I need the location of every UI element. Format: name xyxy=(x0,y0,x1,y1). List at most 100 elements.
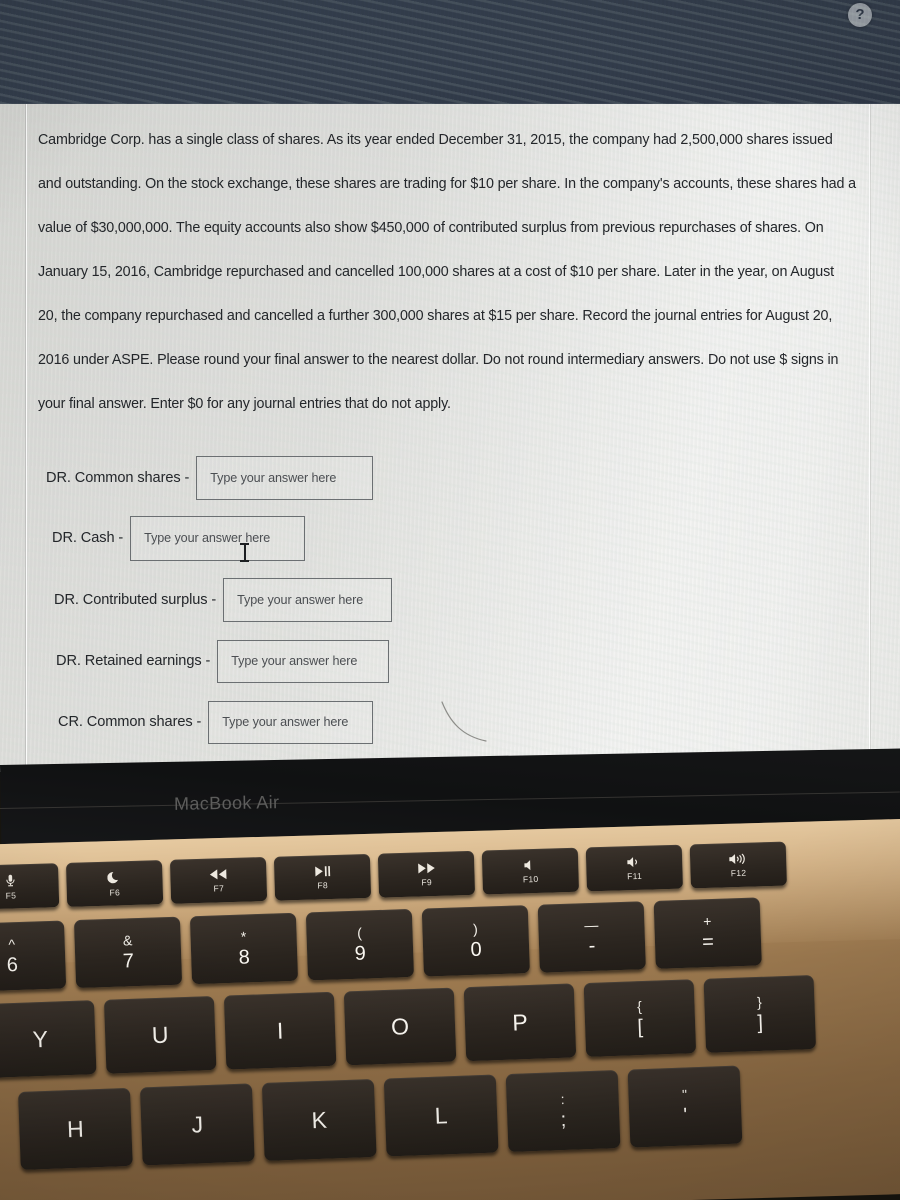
volume-down-icon xyxy=(626,856,637,867)
volume-up-icon xyxy=(728,853,745,864)
key-letter-label: U xyxy=(151,1021,169,1048)
key-letter-label: K xyxy=(311,1106,328,1133)
journal-entry-row-contributed-surplus-dr: DR. Contributed surplus - Type your answ… xyxy=(54,578,393,622)
key-lower-label: [ xyxy=(637,1016,644,1039)
key-f12[interactable]: F12 xyxy=(689,841,787,889)
key-lower-label: 8 xyxy=(238,946,251,969)
journal-entry-row-retained-earnings-dr: DR. Retained earnings - Type your answer… xyxy=(56,639,390,683)
entry-label: CR. Common shares - xyxy=(58,714,202,730)
journal-entry-row-cash-dr: DR. Cash - Type your answer here xyxy=(52,515,306,561)
key-semicolon[interactable]: : ; xyxy=(505,1070,621,1153)
key-lower-label: ] xyxy=(756,1011,764,1035)
key-fn-label: F5 xyxy=(5,889,17,901)
entry-label: DR. Cash - xyxy=(52,530,124,546)
entry-label: DR. Contributed surplus - xyxy=(54,592,217,608)
key-fn-label: F9 xyxy=(421,876,433,887)
key-7[interactable]: & 7 xyxy=(73,916,183,989)
key-o[interactable]: O xyxy=(343,987,457,1066)
key-upper-label: ( xyxy=(356,924,363,941)
key-upper-label: ^ xyxy=(8,936,16,953)
answer-input-cash-dr[interactable]: Type your answer here xyxy=(130,515,306,561)
key-upper-label: — xyxy=(584,916,599,934)
key-f5[interactable]: F5 xyxy=(0,863,60,910)
key-upper-label: & xyxy=(122,932,133,949)
key-equals[interactable]: + = xyxy=(653,897,762,969)
key-f8[interactable]: F8 xyxy=(273,853,372,901)
key-fn-label: F12 xyxy=(730,867,747,878)
key-f11[interactable]: F11 xyxy=(585,844,683,892)
key-fn-label: F7 xyxy=(213,882,225,894)
key-6[interactable]: ^ 6 xyxy=(0,920,67,992)
key-h[interactable]: H xyxy=(18,1087,133,1170)
key-lower-label: ' xyxy=(682,1104,688,1127)
key-fn-label: F10 xyxy=(522,873,539,884)
key-f10[interactable]: F10 xyxy=(481,847,580,895)
key-y[interactable]: Y xyxy=(0,1000,97,1078)
key-letter-label: P xyxy=(511,1008,529,1036)
key-quote[interactable]: " ' xyxy=(627,1065,743,1148)
key-minus[interactable]: — - xyxy=(537,901,646,973)
rewind-icon xyxy=(209,868,227,879)
journal-entry-row-common-shares-cr: CR. Common shares - Type your answer her… xyxy=(58,700,374,744)
key-upper-label: : xyxy=(560,1090,565,1108)
key-left-bracket[interactable]: { [ xyxy=(583,979,697,1058)
key-9[interactable]: ( 9 xyxy=(305,908,415,981)
key-upper-label: { xyxy=(636,998,643,1015)
key-8[interactable]: * 8 xyxy=(189,912,299,985)
journal-entry-row-common-shares-dr: DR. Common shares - Type your answer her… xyxy=(46,456,374,500)
answer-input-common-shares-cr[interactable]: Type your answer here xyxy=(208,700,374,744)
key-upper-label: " xyxy=(681,1086,688,1103)
key-lower-label: - xyxy=(588,934,596,958)
key-j[interactable]: J xyxy=(139,1083,255,1166)
key-0[interactable]: ) 0 xyxy=(421,905,530,977)
key-lower-label: ; xyxy=(560,1108,567,1132)
key-l[interactable]: L xyxy=(383,1074,499,1157)
key-fn-label: F8 xyxy=(317,879,329,890)
key-upper-label: * xyxy=(240,928,247,945)
key-letter-label: J xyxy=(191,1110,204,1138)
key-f7[interactable]: F7 xyxy=(169,856,268,904)
answer-input-contributed-surplus-dr[interactable]: Type your answer here xyxy=(223,578,393,622)
screen-smudge-artifact xyxy=(441,701,487,742)
key-f6[interactable]: F6 xyxy=(65,860,164,907)
input-placeholder: Type your answer here xyxy=(237,593,364,607)
key-letter-label: I xyxy=(276,1017,284,1044)
key-letter-label: Y xyxy=(32,1025,49,1052)
key-fn-label: F6 xyxy=(109,886,121,898)
play-pause-icon xyxy=(315,865,331,877)
fast-forward-icon xyxy=(418,862,435,873)
input-placeholder: Type your answer here xyxy=(144,531,271,545)
key-upper-label: } xyxy=(756,993,763,1011)
app-header-bar: ? xyxy=(0,0,900,107)
question-mark-circle-icon[interactable]: ? xyxy=(848,3,872,27)
key-lower-label: 0 xyxy=(470,938,483,962)
key-f9[interactable]: F9 xyxy=(377,850,476,898)
answer-input-common-shares-dr[interactable]: Type your answer here xyxy=(196,456,374,500)
key-lower-label: = xyxy=(701,930,715,954)
entry-label: DR. Common shares - xyxy=(46,470,190,486)
input-placeholder: Type your answer here xyxy=(210,471,337,485)
input-placeholder: Type your answer here xyxy=(231,654,358,668)
answer-input-retained-earnings-dr[interactable]: Type your answer here xyxy=(217,639,390,683)
microphone-dictation-icon xyxy=(6,874,15,886)
laptop-screen: ? Cambridge Corp. has a single class of … xyxy=(0,0,900,772)
key-letter-label: L xyxy=(434,1101,448,1129)
key-upper-label: + xyxy=(702,913,712,930)
key-fn-label: F11 xyxy=(626,870,643,881)
key-right-bracket[interactable]: } ] xyxy=(703,975,817,1053)
key-i[interactable]: I xyxy=(223,991,337,1070)
laptop-photo: ? Cambridge Corp. has a single class of … xyxy=(0,0,900,1200)
page-content-layer: Cambridge Corp. has a single class of sh… xyxy=(0,104,900,772)
key-lower-label: 7 xyxy=(122,950,135,973)
key-k[interactable]: K xyxy=(261,1078,377,1162)
key-letter-label: H xyxy=(66,1115,85,1142)
input-placeholder: Type your answer here xyxy=(222,715,349,729)
mute-icon xyxy=(524,859,531,870)
key-lower-label: 6 xyxy=(6,954,19,977)
question-text: Cambridge Corp. has a single class of sh… xyxy=(38,132,860,412)
key-p[interactable]: P xyxy=(463,983,577,1062)
key-u[interactable]: U xyxy=(103,995,217,1074)
key-lower-label: 9 xyxy=(354,942,367,965)
moon-do-not-disturb-icon xyxy=(107,871,119,883)
key-upper-label: ) xyxy=(472,920,479,937)
